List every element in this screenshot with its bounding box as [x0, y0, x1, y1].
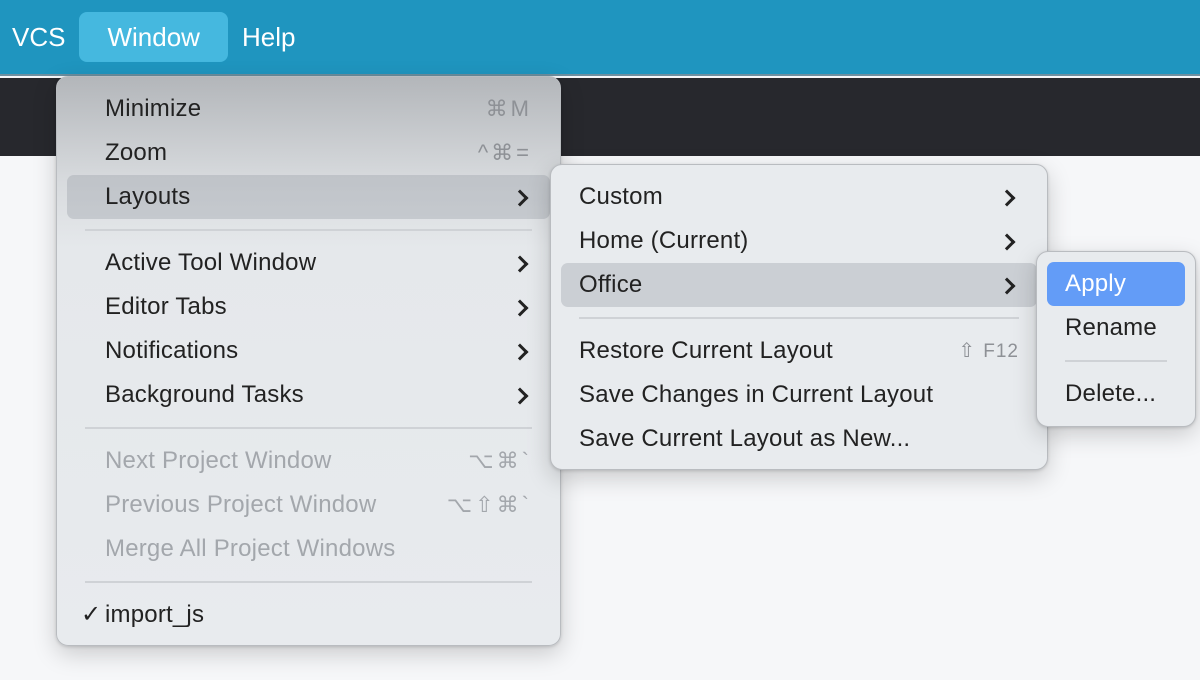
shortcut-label: ⌘M [485, 96, 532, 121]
menu-item-previous-project-window: Previous Project Window ⌥⇧⌘` [67, 483, 550, 527]
menu-separator [85, 427, 532, 429]
chevron-right-icon [514, 388, 528, 402]
menu-item-label: Save Changes in Current Layout [579, 381, 934, 408]
menu-item-label: Next Project Window [105, 447, 332, 474]
menu-separator [85, 229, 532, 231]
menu-item-notifications[interactable]: Notifications [67, 329, 550, 373]
menubar-item-vcs[interactable]: VCS [0, 12, 78, 62]
menu-item-next-project-window: Next Project Window ⌥⌘` [67, 439, 550, 483]
menu-item-label: import_js [105, 601, 205, 628]
shortcut-label: ⌥⌘` [468, 448, 532, 473]
menu-item-label: Background Tasks [105, 381, 304, 408]
shift-key-icon: ⇧ [958, 340, 977, 362]
menu-item-label: Save Current Layout as New... [579, 425, 911, 452]
menu-item-label: Rename [1065, 314, 1157, 341]
chevron-right-icon [1001, 190, 1015, 204]
menu-item-label: Editor Tabs [105, 293, 227, 320]
menu-item-minimize[interactable]: Minimize ⌘M [67, 87, 550, 131]
menu-item-background-tasks[interactable]: Background Tasks [67, 373, 550, 417]
menu-item-label: Custom [579, 183, 663, 210]
menu-item-zoom[interactable]: Zoom ^⌘= [67, 131, 550, 175]
chevron-right-icon [514, 190, 528, 204]
chevron-right-icon [514, 300, 528, 314]
menu-item-label: Layouts [105, 183, 191, 210]
shortcut-label: ⌥⇧⌘` [446, 492, 532, 517]
shortcut-key: F12 [983, 341, 1019, 362]
menu-item-delete[interactable]: Delete... [1047, 372, 1185, 416]
chevron-right-icon [1001, 278, 1015, 292]
shortcut-label: ^⌘= [477, 140, 532, 165]
menu-item-label: Restore Current Layout [579, 337, 833, 364]
menu-item-rename[interactable]: Rename [1047, 306, 1185, 350]
menu-item-merge-all-project-windows: Merge All Project Windows [67, 527, 550, 571]
menu-item-custom[interactable]: Custom [561, 175, 1037, 219]
menu-separator [85, 581, 532, 583]
menu-item-restore-current-layout[interactable]: Restore Current Layout ⇧ F12 [561, 329, 1037, 373]
menu-item-label: Delete... [1065, 380, 1157, 407]
chevron-right-icon [514, 256, 528, 270]
menu-item-label: Active Tool Window [105, 249, 317, 276]
office-submenu: Apply Rename Delete... [1036, 251, 1196, 427]
menu-item-label: Zoom [105, 139, 168, 166]
menubar-item-help[interactable]: Help [229, 12, 308, 62]
menu-item-label: Notifications [105, 337, 239, 364]
menu-item-save-current-layout-as-new[interactable]: Save Current Layout as New... [561, 417, 1037, 461]
menu-separator [579, 317, 1019, 319]
chevron-right-icon [514, 344, 528, 358]
checkmark-icon: ✓ [81, 601, 102, 628]
shortcut-label: ⇧ F12 [958, 328, 1019, 374]
chevron-right-icon [1001, 234, 1015, 248]
menubar-item-window[interactable]: Window [79, 12, 228, 62]
menu-separator [1065, 360, 1167, 362]
menu-item-label: Home (Current) [579, 227, 749, 254]
menu-item-active-tool-window[interactable]: Active Tool Window [67, 241, 550, 285]
menu-item-label: Previous Project Window [105, 491, 377, 518]
menu-item-label: Merge All Project Windows [105, 535, 396, 562]
menu-item-editor-tabs[interactable]: Editor Tabs [67, 285, 550, 329]
menu-item-apply[interactable]: Apply [1047, 262, 1185, 306]
menu-item-project-import-js[interactable]: ✓ import_js [67, 593, 550, 637]
menu-item-label: Minimize [105, 95, 202, 122]
layouts-submenu: Custom Home (Current) Office Restore Cur… [550, 164, 1048, 470]
menu-item-layouts[interactable]: Layouts [67, 175, 550, 219]
menu-item-save-changes-in-current-layout[interactable]: Save Changes in Current Layout [561, 373, 1037, 417]
menu-item-office[interactable]: Office [561, 263, 1037, 307]
menu-item-home-current[interactable]: Home (Current) [561, 219, 1037, 263]
window-menu: Minimize ⌘M Zoom ^⌘= Layouts Active Tool… [56, 76, 561, 646]
menu-bar: VCS Window Help [0, 0, 1200, 76]
menu-item-label: Apply [1065, 270, 1127, 297]
menu-item-label: Office [579, 271, 643, 298]
